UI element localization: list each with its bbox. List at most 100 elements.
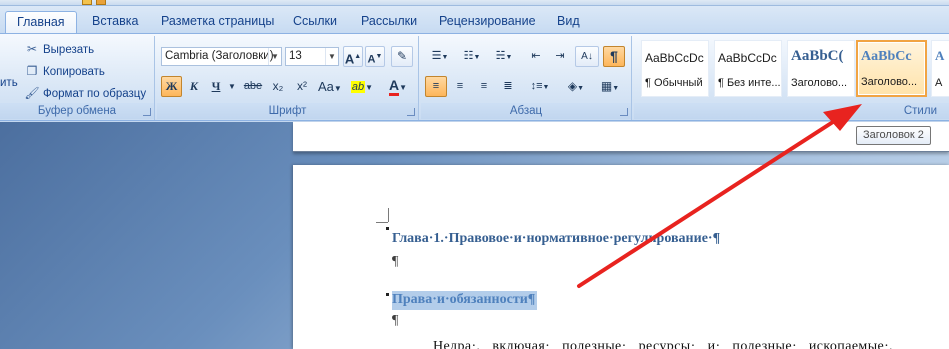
styles-group-label: Стили [634, 103, 949, 119]
tab-page-layout[interactable]: Разметка страницы [150, 11, 285, 33]
align-center-button[interactable]: ≡ [449, 76, 471, 97]
align-left-icon: ≡ [432, 80, 440, 92]
body-paragraph[interactable]: Недра·, включая· полезные· ресурсы· и· п… [433, 339, 893, 349]
strikethrough-button[interactable]: abe [241, 76, 265, 97]
highlight-button[interactable]: ab▼ [347, 76, 377, 97]
font-size-combo[interactable]: 13 ▼ [285, 47, 339, 66]
highlight-label: ab [350, 81, 366, 93]
format-painter-label: Формат по образцу [43, 88, 147, 100]
empty-paragraph-mark[interactable]: ¶ [392, 313, 398, 329]
style-no-spacing[interactable]: AaBbCcDc ¶ Без инте... [714, 40, 782, 97]
style-sample: A [935, 48, 945, 63]
font-family-combo[interactable]: Cambria (Заголовки) ▼ [161, 47, 282, 66]
justify-icon: ≣ [503, 80, 513, 92]
paint-bucket-icon: ◈ [567, 79, 578, 93]
shading-button[interactable]: ◈▼ [561, 76, 591, 97]
format-painter-button[interactable]: 🖌 Формат по образцу [24, 83, 146, 103]
sort-button[interactable]: А↓ [575, 46, 599, 67]
clipboard-group: ить ✂ Вырезать ❐ Копировать 🖌 Формат по обр… [0, 36, 155, 120]
font-size-value: 13 [289, 50, 302, 62]
style-name: Заголово... [791, 77, 848, 89]
document-page[interactable]: Глава·1.·Правовое·и·нормативное·регулиро… [293, 165, 949, 349]
bullet-mark [386, 227, 389, 230]
cut-label: Вырезать [43, 44, 95, 56]
heading-2-line[interactable]: Права·и·обязанности¶ [392, 291, 538, 310]
ribbon-tabs: Главная Вставка Разметка страницы Ссылки… [0, 6, 949, 34]
bullets-button[interactable]: ☰▼ [425, 46, 455, 67]
align-left-button[interactable]: ≡ [425, 76, 447, 97]
superscript-button[interactable]: x² [291, 76, 313, 97]
style-name: ¶ Обычный [645, 77, 703, 89]
align-center-icon: ≡ [456, 80, 464, 92]
line-spacing-button[interactable]: ↕≡▼ [525, 76, 555, 97]
tab-view[interactable]: Вид [546, 11, 591, 33]
style-title-partial[interactable]: A A [931, 40, 949, 97]
heading-1-line[interactable]: Глава·1.·Правовое·и·нормативное·регулиро… [392, 231, 720, 247]
tab-review[interactable]: Рецензирование [428, 11, 547, 33]
tab-home[interactable]: Главная [5, 11, 77, 34]
tab-references[interactable]: Ссылки [282, 11, 348, 33]
increase-indent-button[interactable]: ⇥ [549, 46, 571, 67]
paragraph-launcher-icon[interactable] [620, 108, 628, 116]
paste-button-label[interactable]: ить [0, 73, 18, 93]
style-name: A [935, 77, 943, 89]
font-color-label: A [388, 77, 400, 96]
font-color-button[interactable]: A▼ [383, 76, 413, 97]
font-family-value: Cambria (Заголовки) [165, 50, 274, 62]
border-icon: ▦ [600, 79, 613, 93]
style-heading-1[interactable]: AaBbC( Заголово... [787, 40, 855, 97]
clipboard-group-label: Буфер обмена [0, 103, 154, 119]
chevron-down-icon[interactable]: ▼ [227, 76, 237, 97]
decrease-indent-button[interactable]: ⇤ [525, 46, 547, 67]
clear-formatting-button[interactable]: ✎ [391, 46, 413, 67]
style-sample: AaBbCcDc [718, 51, 777, 65]
crop-mark [376, 222, 388, 223]
paragraph-group: ☰▼ ☷▼ ☵▼ ⇤ ⇥ А↓ ¶ ≡ ≡ ≡ ≣ ↕≡▼ ◈▼ ▦▼ Абза… [421, 36, 632, 120]
tab-insert[interactable]: Вставка [81, 11, 149, 33]
style-heading-2[interactable]: AaBbCc Заголово... [856, 40, 927, 97]
font-launcher-icon[interactable] [407, 108, 415, 116]
paragraph-group-label: Абзац [421, 103, 631, 119]
ribbon: ить ✂ Вырезать ❐ Копировать 🖌 Формат по обр… [0, 33, 949, 121]
multilevel-list-button[interactable]: ☵▼ [489, 46, 519, 67]
style-sample: AaBbCcDc [645, 51, 704, 65]
borders-button[interactable]: ▦▼ [595, 76, 625, 97]
previous-page-bottom [293, 122, 949, 152]
quick-access-icon-2[interactable] [96, 0, 106, 5]
subscript-button[interactable]: x₂ [267, 76, 289, 97]
style-tooltip: Заголовок 2 [856, 126, 931, 145]
italic-button[interactable]: К [184, 76, 204, 97]
grow-font-button[interactable]: A▲ [343, 46, 363, 67]
empty-paragraph-mark[interactable]: ¶ [392, 254, 398, 270]
crop-mark [388, 208, 389, 222]
cut-button[interactable]: ✂ Вырезать [24, 39, 94, 59]
show-marks-button[interactable]: ¶ [603, 46, 625, 67]
style-name: Заголово... [861, 76, 918, 88]
copy-button[interactable]: ❐ Копировать [24, 61, 105, 81]
style-sample: AaBbCc [861, 49, 912, 64]
bold-button[interactable]: Ж [161, 76, 182, 97]
align-right-button[interactable]: ≡ [473, 76, 495, 97]
chevron-down-icon[interactable]: ▼ [268, 48, 281, 65]
numbered-list-icon: ☷ [463, 50, 474, 62]
bullet-list-icon: ☰ [431, 50, 442, 62]
clipboard-launcher-icon[interactable] [143, 108, 151, 116]
styles-gallery: AaBbCcDc ¶ Обычный AaBbCcDc ¶ Без инте..… [637, 40, 949, 102]
copy-icon: ❐ [26, 64, 38, 78]
justify-button[interactable]: ≣ [497, 76, 519, 97]
shrink-font-button[interactable]: A▼ [365, 46, 385, 67]
outdent-icon: ⇤ [531, 50, 541, 62]
tab-mailings[interactable]: Рассылки [350, 11, 428, 33]
quick-access-icon[interactable] [82, 0, 92, 5]
underline-button[interactable]: Ч [206, 76, 226, 97]
numbering-button[interactable]: ☷▼ [457, 46, 487, 67]
change-case-label: Aa [318, 79, 334, 94]
change-case-button[interactable]: Aa▼ [317, 76, 342, 97]
indent-icon: ⇥ [555, 50, 565, 62]
multilevel-list-icon: ☵ [495, 50, 506, 62]
font-group-label: Шрифт [157, 103, 418, 119]
style-normal[interactable]: AaBbCcDc ¶ Обычный [641, 40, 709, 97]
style-sample: AaBbC( [791, 48, 844, 64]
eraser-icon: ✎ [396, 49, 408, 63]
chevron-down-icon[interactable]: ▼ [325, 48, 338, 65]
